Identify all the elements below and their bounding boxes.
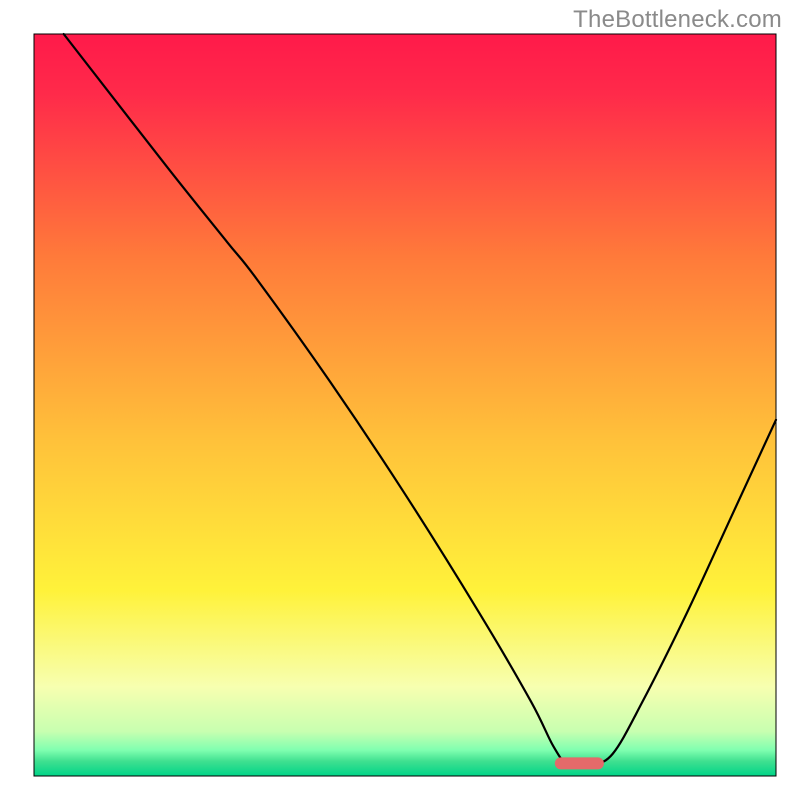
chart-container: TheBottleneck.com xyxy=(0,0,800,800)
bottleneck-chart xyxy=(0,0,800,800)
plot-background xyxy=(34,34,776,776)
watermark-text: TheBottleneck.com xyxy=(573,6,782,34)
